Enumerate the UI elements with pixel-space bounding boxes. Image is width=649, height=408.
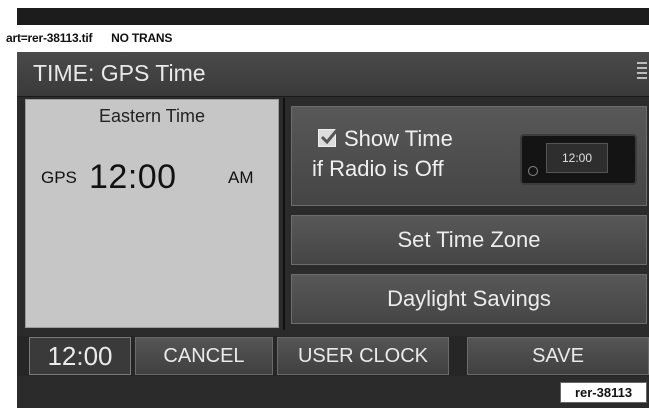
current-time: 12:00 [89,158,177,196]
radio-unit-icon: 12:00 [520,134,637,185]
menu-icon[interactable] [637,62,647,86]
time-zone-label: Eastern Time [98,106,206,126]
daylight-savings-button[interactable]: Daylight Savings [291,274,647,324]
save-button[interactable]: SAVE [467,337,649,375]
art-label: art=rer-38113.tif NO TRANS [6,31,173,45]
time-display-panel: Eastern Time GPS 12:00 AM [25,99,279,328]
show-time-label-line2: if Radio is Off [312,156,444,181]
clock-button[interactable]: 12:00 [29,337,131,375]
set-time-zone-button[interactable]: Set Time Zone [291,215,647,265]
top-black-bar [17,8,649,25]
radio-display-time: 12:00 [546,143,608,173]
show-time-toggle-button[interactable]: Show Time if Radio is Off 12:00 [291,106,647,206]
checkmark-icon [320,129,338,145]
time-source-label: GPS [41,168,77,187]
cancel-button[interactable]: CANCEL [135,337,273,375]
show-time-label-line1: Show Time [344,126,453,151]
panel-divider [283,98,285,330]
radio-screen: TIME: GPS Time Eastern Time GPS 12:00 AM… [17,52,649,408]
reference-label: rer-38113 [560,382,647,403]
title-bar: TIME: GPS Time [17,52,649,97]
show-time-checkbox[interactable] [318,129,338,147]
user-clock-button[interactable]: USER CLOCK [277,337,449,375]
am-pm-label: AM [228,168,254,187]
page-title: TIME: GPS Time [33,60,206,86]
radio-knob-icon [528,166,538,176]
